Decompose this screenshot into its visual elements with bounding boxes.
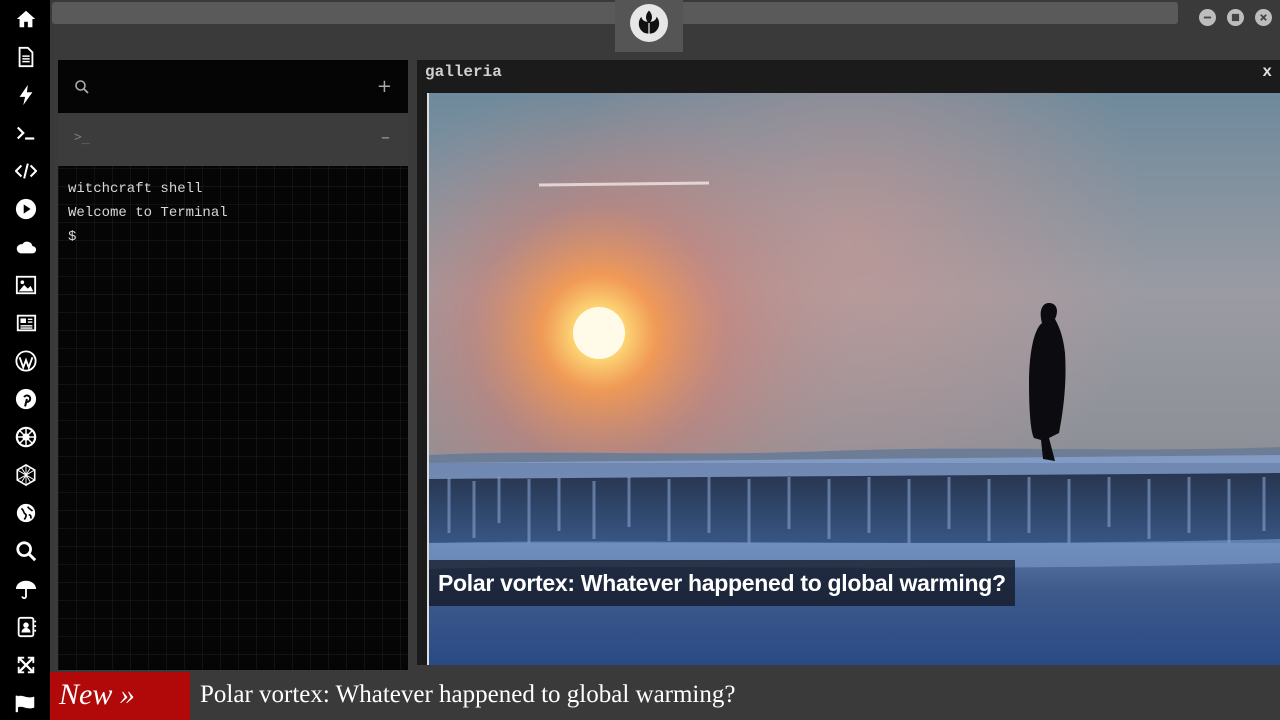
image-icon[interactable] bbox=[13, 272, 39, 298]
close-icon bbox=[1260, 14, 1267, 21]
code-icon[interactable] bbox=[13, 158, 39, 184]
flag-icon[interactable] bbox=[13, 690, 39, 716]
globe-icon[interactable] bbox=[13, 500, 39, 526]
play-icon[interactable] bbox=[13, 196, 39, 222]
rebel-icon[interactable] bbox=[13, 424, 39, 450]
gallery-photo[interactable]: Polar vortex: Whatever happened to globa… bbox=[427, 93, 1280, 665]
gallery-caption: Polar vortex: Whatever happened to globa… bbox=[429, 560, 1015, 606]
minimize-icon bbox=[1203, 16, 1212, 19]
maximize-icon bbox=[1231, 13, 1240, 22]
network-icon[interactable] bbox=[13, 462, 39, 488]
ticker-headline[interactable]: Polar vortex: Whatever happened to globa… bbox=[200, 672, 735, 720]
new-badge: New » bbox=[50, 672, 190, 720]
terminal-panel: + >_ – witchcraft shell Welcome to Termi… bbox=[58, 60, 408, 670]
gallery-title: galleria bbox=[425, 63, 502, 81]
search-icon[interactable] bbox=[13, 538, 39, 564]
terminal-line: witchcraft shell bbox=[68, 181, 203, 197]
expand-icon[interactable] bbox=[13, 652, 39, 678]
terminal-tab[interactable]: >_ – bbox=[58, 113, 408, 166]
umbrella-icon[interactable] bbox=[13, 576, 39, 602]
wordpress-icon[interactable] bbox=[13, 348, 39, 374]
terminal-prompt[interactable]: $ bbox=[68, 225, 398, 249]
contacts-icon[interactable] bbox=[13, 614, 39, 640]
close-button[interactable] bbox=[1255, 9, 1272, 26]
gallery-close-button[interactable]: x bbox=[1262, 63, 1272, 81]
maximize-button[interactable] bbox=[1227, 9, 1244, 26]
prompt-icon: >_ bbox=[74, 130, 90, 145]
document-icon[interactable] bbox=[13, 44, 39, 70]
rebel-logo-icon bbox=[638, 10, 660, 35]
newspaper-icon[interactable] bbox=[13, 310, 39, 336]
sidebar bbox=[0, 0, 50, 720]
logo bbox=[615, 0, 683, 52]
terminal-search-bar[interactable]: + bbox=[58, 60, 408, 113]
add-terminal-button[interactable]: + bbox=[377, 76, 392, 97]
bolt-icon[interactable] bbox=[13, 82, 39, 108]
search-icon bbox=[75, 80, 89, 94]
terminal-output[interactable]: witchcraft shell Welcome to Terminal $ bbox=[68, 177, 398, 249]
top-bar bbox=[50, 0, 1280, 54]
home-icon[interactable] bbox=[13, 6, 39, 32]
cloud-icon[interactable] bbox=[13, 234, 39, 260]
news-ticker: New » Polar vortex: Whatever happened to… bbox=[50, 672, 1280, 720]
pinterest-icon[interactable] bbox=[13, 386, 39, 412]
gallery-panel: galleria x Polar vortex: Whatever happen… bbox=[417, 60, 1280, 665]
terminal-icon[interactable] bbox=[13, 120, 39, 146]
minimize-button[interactable] bbox=[1199, 9, 1216, 26]
terminal-line: Welcome to Terminal bbox=[68, 205, 228, 221]
gallery-header: galleria x bbox=[417, 60, 1280, 92]
collapse-terminal-button[interactable]: – bbox=[381, 127, 390, 148]
